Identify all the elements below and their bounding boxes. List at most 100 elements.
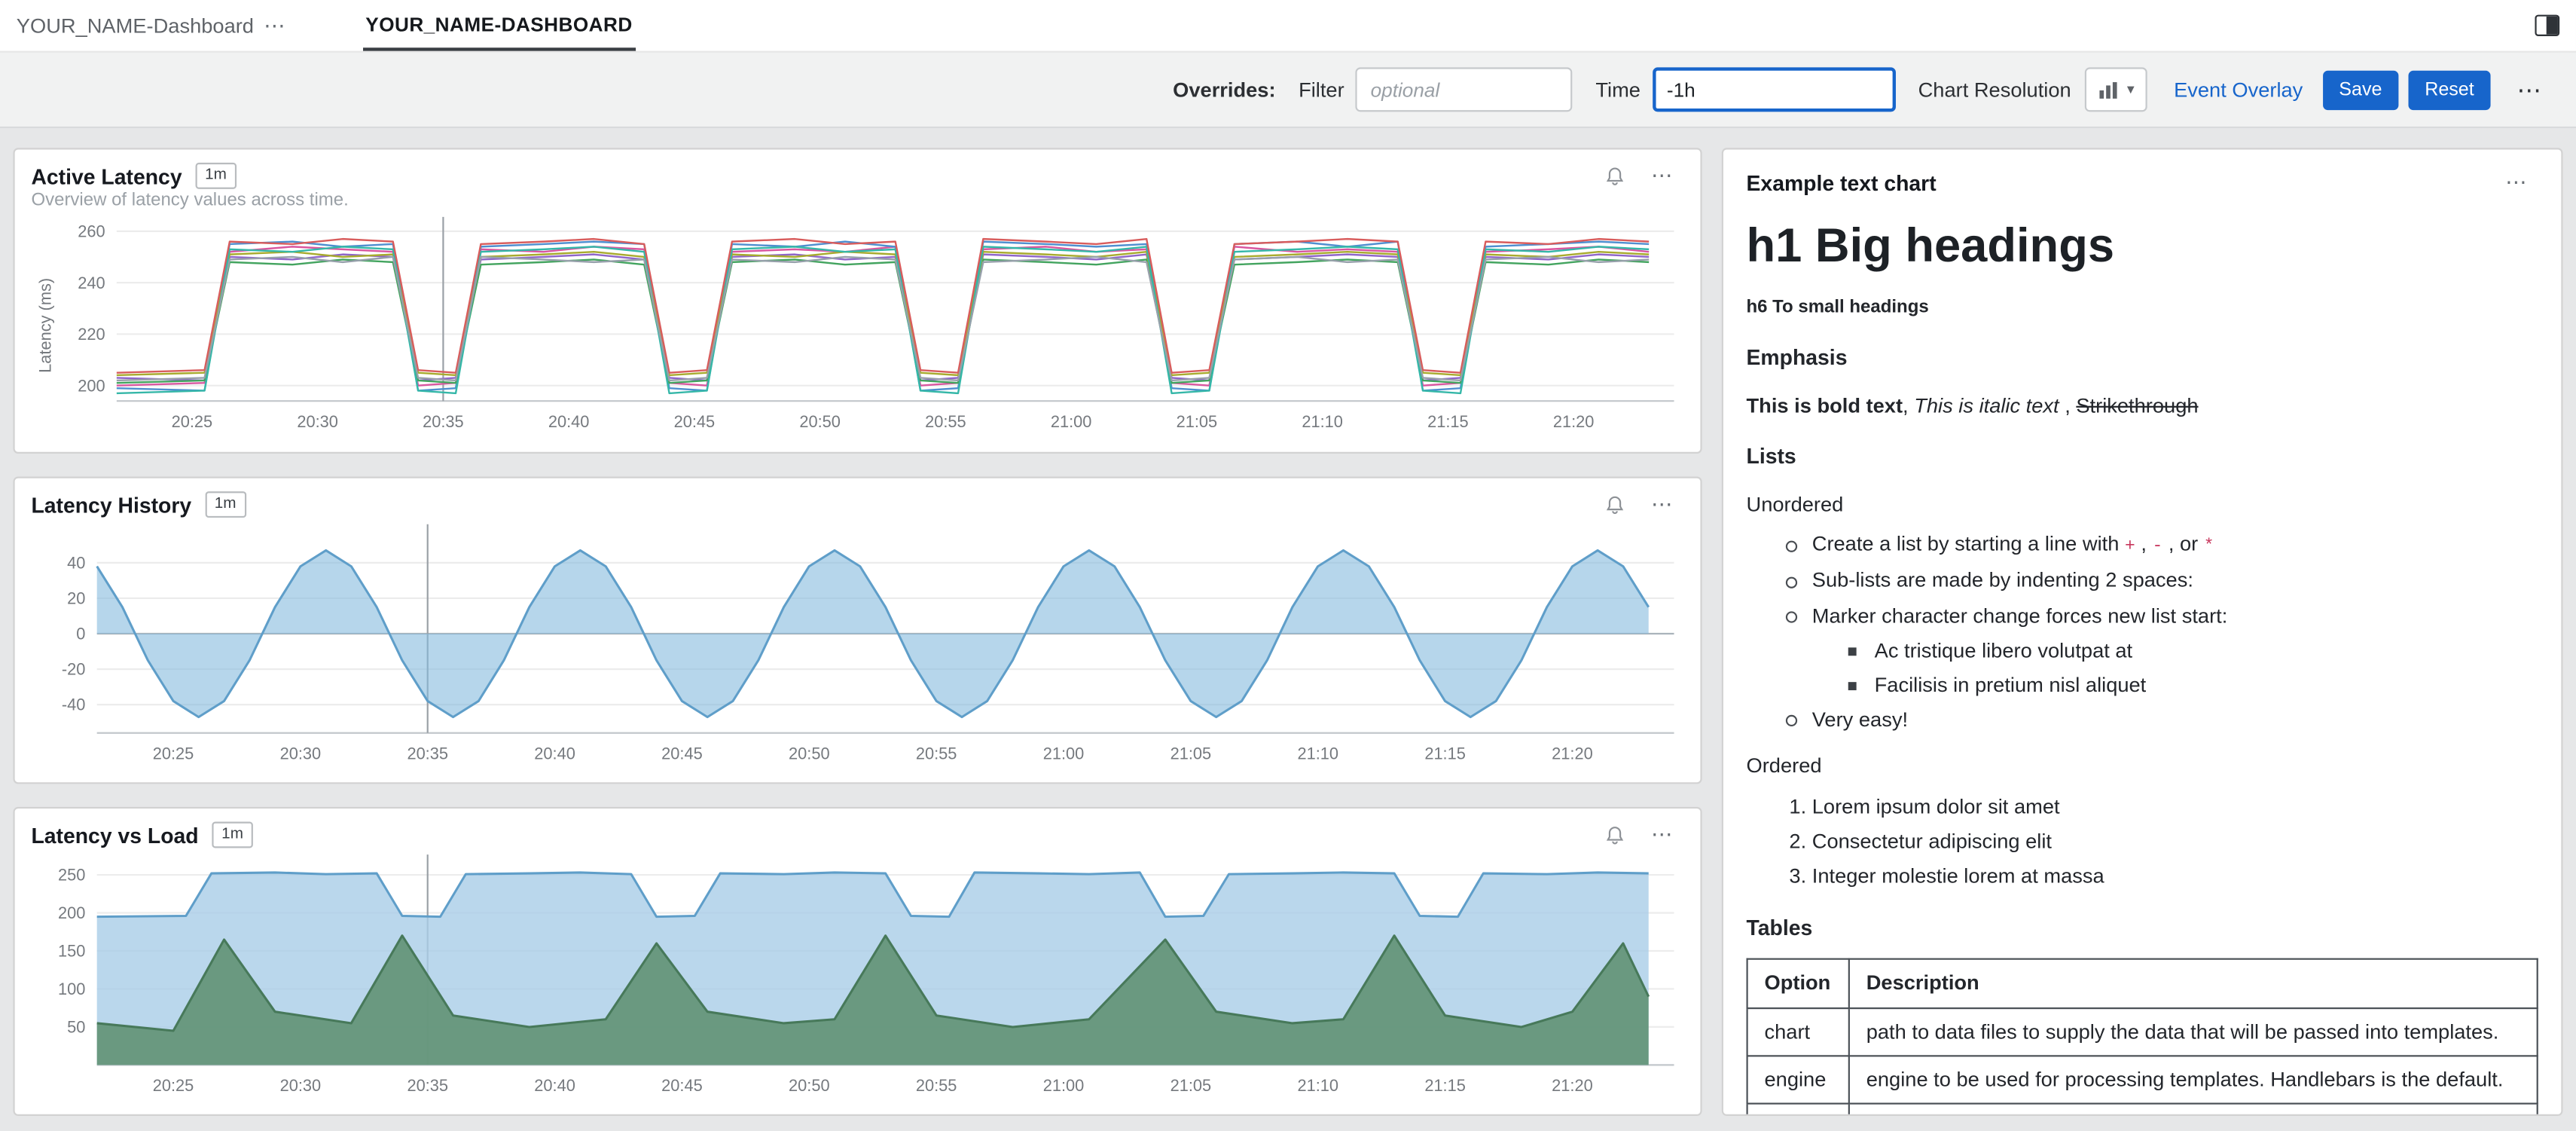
separator: ,: [1903, 395, 1914, 418]
svg-text:150: 150: [58, 942, 85, 961]
svg-text:20:50: 20:50: [799, 412, 841, 431]
svg-text:20:55: 20:55: [916, 744, 957, 763]
active-latency-chart[interactable]: 20022024026020:2520:3020:3520:4020:4520:…: [31, 210, 1683, 440]
ordered-list: Lorem ipsum dolor sit amet Consectetur a…: [1747, 793, 2538, 892]
md-h6: h6 To small headings: [1747, 296, 2538, 322]
latency-history-chart[interactable]: -40-200204020:2520:3020:3520:4020:4520:5…: [31, 518, 1683, 775]
overrides-label: Overrides:: [1173, 78, 1275, 102]
svg-text:20:30: 20:30: [280, 1076, 322, 1095]
table-cell: engine to be used for processing templat…: [1849, 1056, 2538, 1104]
svg-text:240: 240: [78, 274, 105, 292]
bell-icon[interactable]: [1605, 824, 1625, 845]
time-input[interactable]: [1652, 67, 1895, 112]
svg-text:-20: -20: [62, 660, 86, 679]
svg-text:20:55: 20:55: [925, 412, 966, 431]
unordered-list: Create a list by starting a line with + …: [1747, 530, 2538, 735]
chart-menu-icon[interactable]: ⋯: [2495, 170, 2538, 196]
svg-text:20:35: 20:35: [407, 1076, 448, 1095]
list-item: Create a list by starting a line with + …: [1786, 530, 2538, 561]
table-row-clipped: [1747, 1103, 2538, 1116]
chart-title: Active Latency: [31, 164, 182, 188]
italic-text: This is italic text: [1914, 395, 2059, 418]
chart-resolution-dropdown[interactable]: ▾: [2084, 67, 2147, 112]
svg-text:-40: -40: [62, 695, 86, 714]
svg-text:200: 200: [78, 376, 105, 395]
svg-text:20:50: 20:50: [789, 744, 830, 763]
card-text-chart: Example text chart ⋯ h1 Big headings h6 …: [1722, 148, 2563, 1116]
card-latency-history: Latency History 1m ⋯ -40-200204020:2520:…: [13, 477, 1702, 784]
toolbar-menu-icon[interactable]: ⋯: [2507, 75, 2553, 104]
resolution-badge: 1m: [205, 492, 246, 518]
chart-title: Latency History: [31, 492, 191, 517]
resolution-badge: 1m: [195, 164, 237, 189]
save-button[interactable]: Save: [2322, 70, 2398, 109]
table-cell: chart: [1747, 1007, 1849, 1056]
svg-text:21:15: 21:15: [1424, 1076, 1466, 1095]
code-star: *: [2204, 538, 2214, 558]
list-item: Integer molestie lorem at massa: [1812, 862, 2538, 892]
svg-text:20:45: 20:45: [661, 744, 703, 763]
svg-text:40: 40: [67, 553, 85, 572]
table-cell: [1849, 1103, 2538, 1116]
tab-dashboard[interactable]: YOUR_NAME-DASHBOARD: [362, 0, 636, 51]
svg-text:20:40: 20:40: [534, 1076, 575, 1095]
list-item: Marker character change forces new list …: [1786, 601, 2538, 700]
table-row: chart path to data files to supply the d…: [1747, 1007, 2538, 1056]
svg-text:20:25: 20:25: [153, 1076, 194, 1095]
chart-resolution-label: Chart Resolution: [1918, 78, 2071, 102]
reset-button[interactable]: Reset: [2408, 70, 2490, 109]
strikethrough-text: Strikethrough: [2076, 395, 2198, 418]
md-h1: h1 Big headings: [1747, 220, 2538, 275]
svg-text:21:05: 21:05: [1177, 412, 1218, 431]
list-item: Facilisis in pretium nisl aliquet: [1848, 670, 2538, 700]
chart-menu-icon[interactable]: ⋯: [1641, 163, 1684, 189]
list-item-text: Create a list by starting a line with: [1812, 533, 2125, 556]
svg-text:100: 100: [58, 980, 85, 998]
chart-menu-icon[interactable]: ⋯: [1641, 491, 1684, 518]
svg-text:20: 20: [67, 589, 85, 608]
card-latency-vs-load: Latency vs Load 1m ⋯ 5010015020025020:25…: [13, 807, 1702, 1116]
chevron-down-icon: ▾: [2127, 81, 2135, 99]
table-header-cell: Description: [1849, 960, 2538, 1008]
svg-text:Latency (ms): Latency (ms): [36, 278, 55, 373]
svg-text:21:20: 21:20: [1552, 1076, 1593, 1095]
bell-icon[interactable]: [1605, 165, 1625, 186]
svg-text:20:45: 20:45: [674, 412, 716, 431]
card-active-latency: Active Latency 1m ⋯ Overview of latency …: [13, 148, 1702, 454]
md-lists-heading: Lists: [1747, 442, 2538, 473]
main-content: Active Latency 1m ⋯ Overview of latency …: [0, 128, 2576, 1130]
resolution-icon: [2098, 80, 2119, 99]
filter-input[interactable]: [1356, 67, 1573, 112]
svg-text:0: 0: [76, 625, 85, 643]
dashboard-group-menu-icon[interactable]: ⋯: [254, 12, 297, 38]
code-plus: +: [2125, 538, 2135, 558]
nested-list: Ac tristique libero volutpat at Facilisi…: [1812, 635, 2538, 700]
md-tables-heading: Tables: [1747, 913, 2538, 944]
table-header-cell: Option: [1747, 960, 1849, 1008]
chart-menu-icon[interactable]: ⋯: [1641, 822, 1684, 848]
dashboard-group-name: YOUR_NAME-Dashboard: [17, 14, 254, 38]
md-emphasis-heading: Emphasis: [1747, 344, 2538, 374]
svg-text:20:40: 20:40: [548, 412, 590, 431]
side-panel-icon[interactable]: [2535, 15, 2559, 36]
event-overlay-link[interactable]: Event Overlay: [2174, 78, 2303, 102]
svg-text:20:30: 20:30: [280, 744, 322, 763]
list-item-text: Marker character change forces new list …: [1812, 604, 2228, 628]
list-item: Ac tristique libero volutpat at: [1848, 635, 2538, 665]
svg-text:250: 250: [58, 866, 85, 885]
bell-icon[interactable]: [1605, 494, 1625, 515]
charts-column: Active Latency 1m ⋯ Overview of latency …: [13, 148, 1702, 1116]
latency-vs-load-chart[interactable]: 5010015020025020:2520:3020:3520:4020:452…: [31, 848, 1683, 1108]
separator: ,: [2135, 533, 2153, 556]
breadcrumb: YOUR_NAME-Dashboard ⋯: [17, 0, 297, 51]
resolution-badge: 1m: [212, 822, 253, 848]
svg-text:21:10: 21:10: [1297, 744, 1338, 763]
table-cell: engine: [1747, 1056, 1849, 1104]
svg-text:21:00: 21:00: [1051, 412, 1092, 431]
svg-text:20:35: 20:35: [423, 412, 464, 431]
code-minus: -: [2152, 538, 2162, 558]
svg-text:21:00: 21:00: [1043, 1076, 1085, 1095]
dashboard-page: YOUR_NAME-Dashboard ⋯ YOUR_NAME-DASHBOAR…: [0, 0, 2576, 1131]
md-ordered-label: Ordered: [1747, 751, 2538, 781]
svg-text:20:35: 20:35: [407, 744, 448, 763]
